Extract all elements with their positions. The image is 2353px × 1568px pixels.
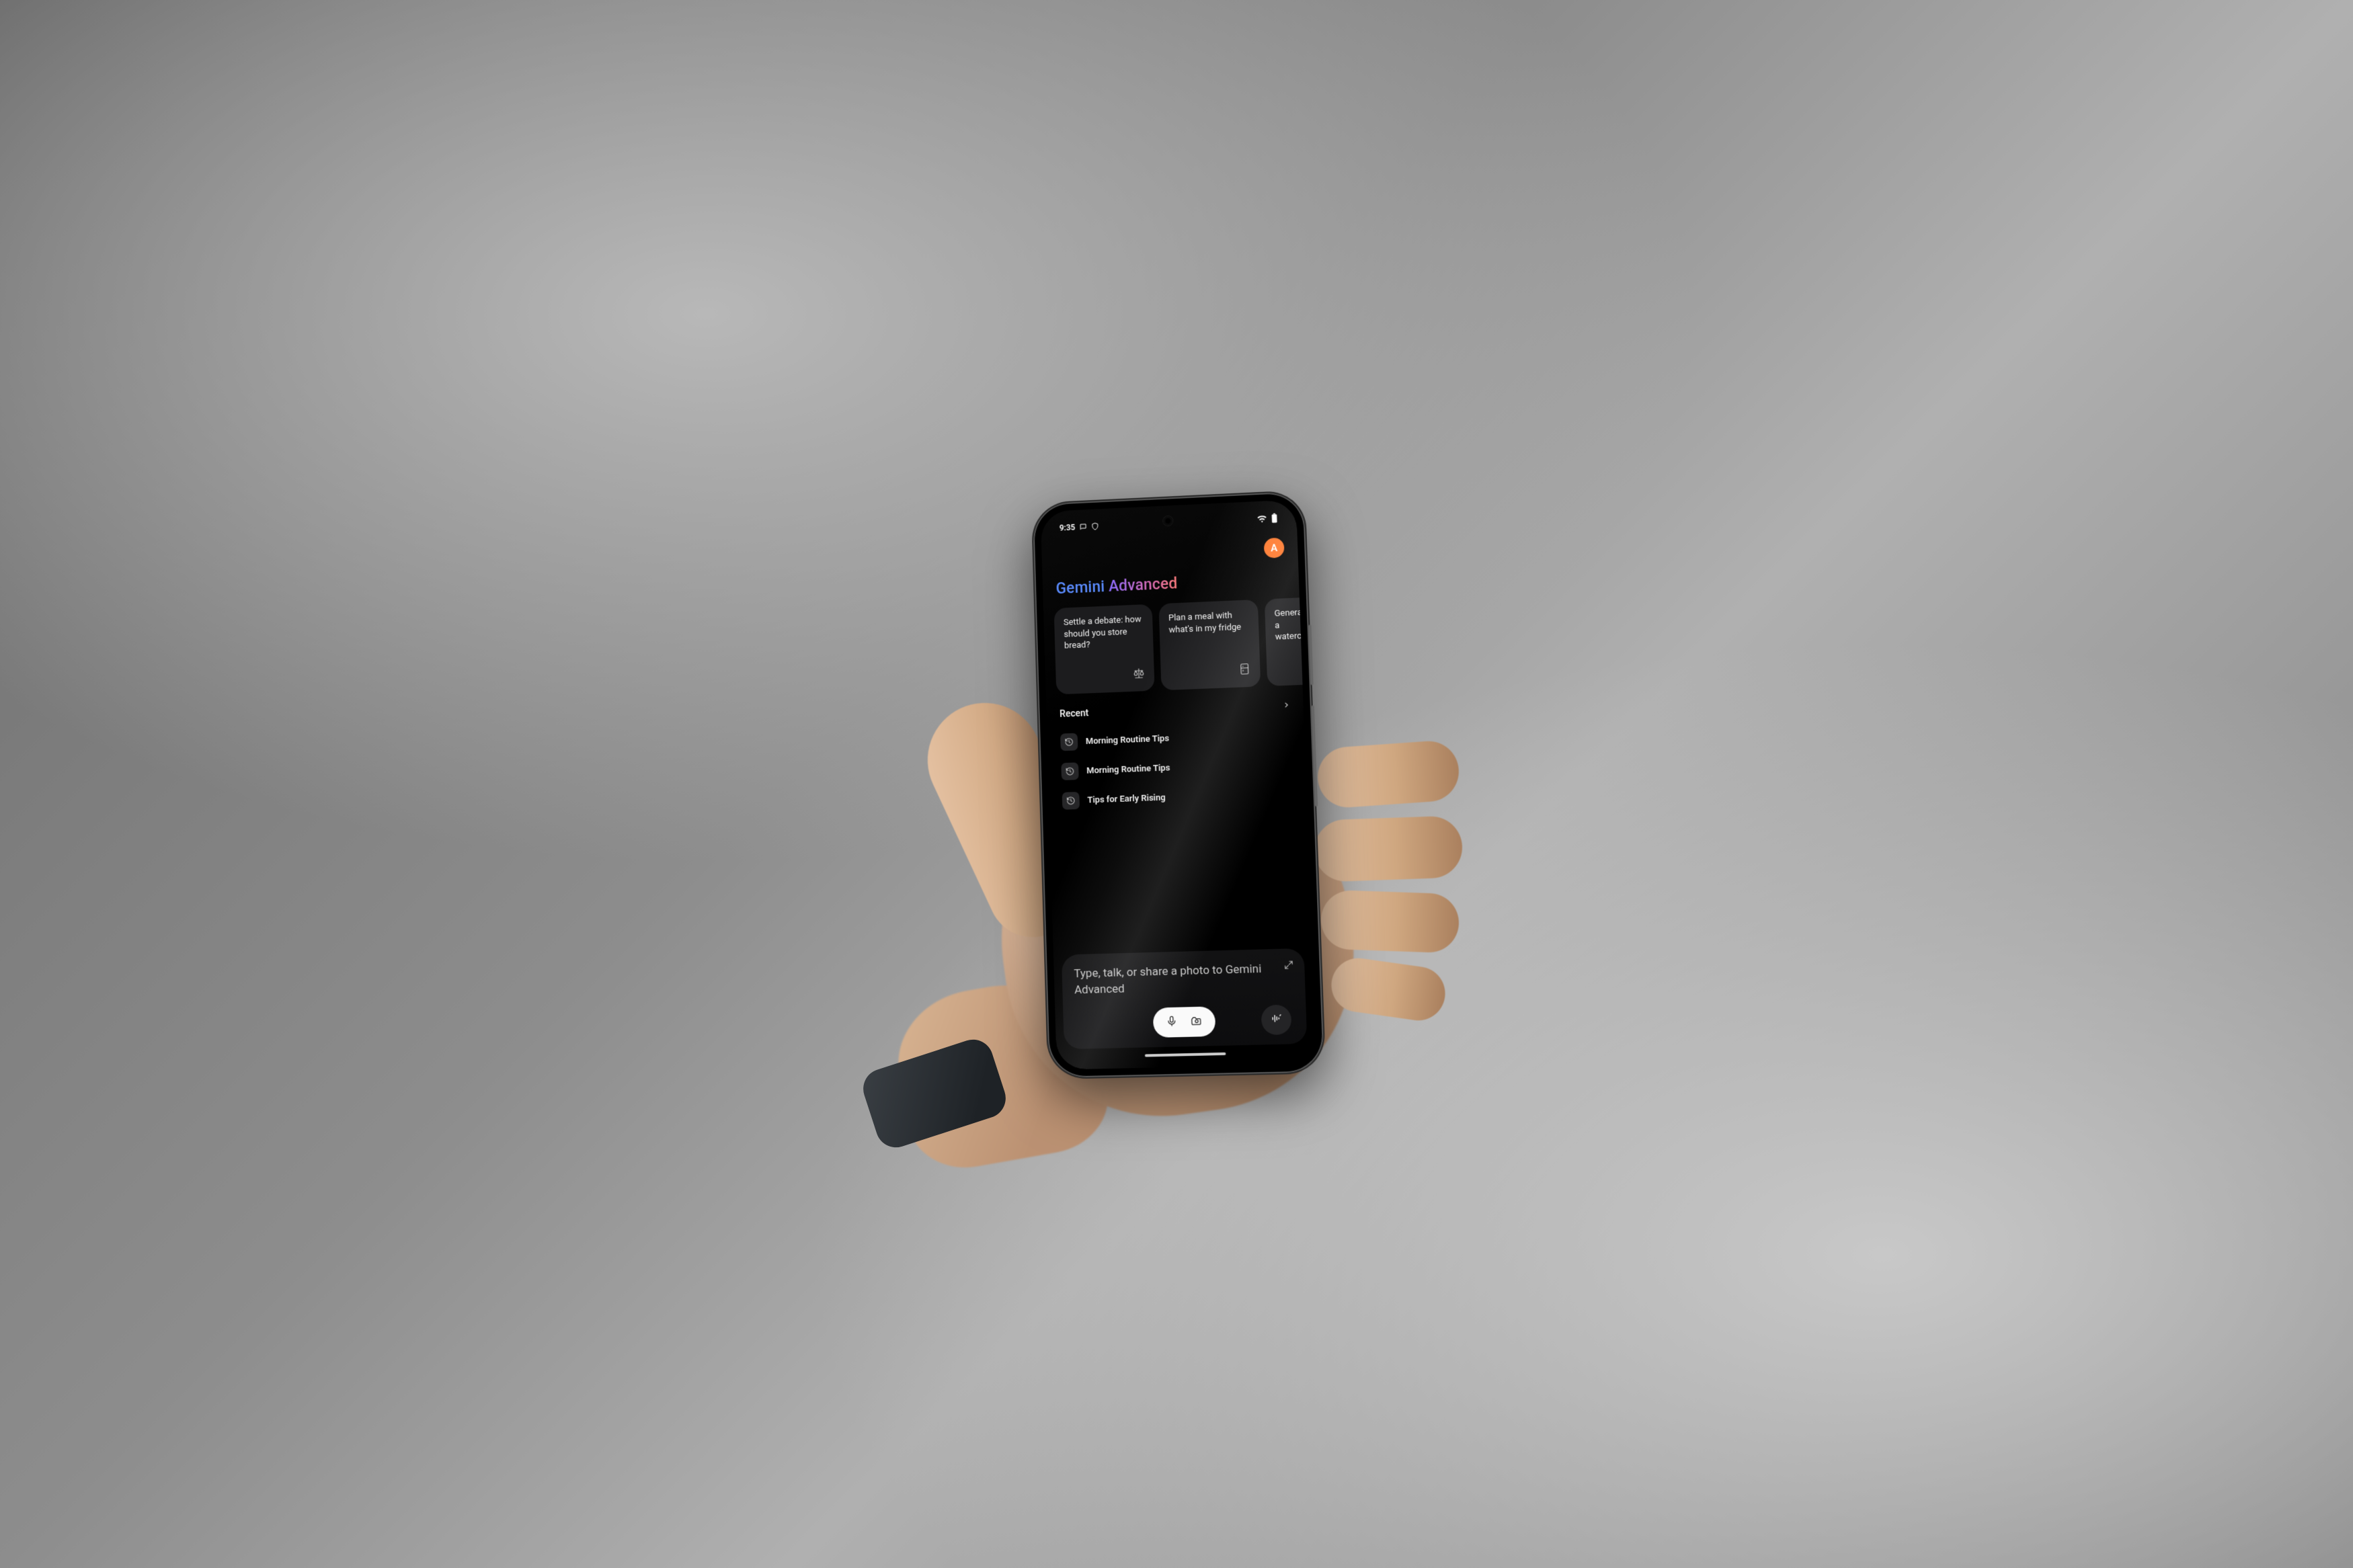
phone-screen: 9:35 <box>1041 499 1316 1069</box>
composer-toolbar <box>1075 1004 1295 1039</box>
battery-icon <box>1271 512 1278 522</box>
expand-icon[interactable] <box>1284 959 1294 973</box>
history-icon <box>1061 762 1078 780</box>
recent-section: Recent Morning Routine Tips <box>1046 684 1307 815</box>
suggestion-text: Plan a meal with what's in my fridge <box>1168 609 1250 636</box>
camera-icon[interactable] <box>1191 1014 1203 1029</box>
recent-heading: Recent <box>1060 708 1089 720</box>
live-mode-button[interactable] <box>1261 1004 1291 1035</box>
chevron-right-icon <box>1283 700 1290 710</box>
suggestion-card[interactable]: Generate a watercolor <box>1265 597 1303 686</box>
title-word-2: Advanced <box>1109 574 1178 595</box>
camera-hole <box>1163 515 1172 525</box>
suggestion-text: Settle a debate: how should you store br… <box>1064 614 1144 652</box>
history-icon <box>1060 733 1078 751</box>
waveform-icon <box>1270 1012 1283 1028</box>
mic-camera-pill <box>1153 1006 1216 1038</box>
gesture-bar <box>1145 1052 1226 1057</box>
recent-header[interactable]: Recent <box>1060 700 1290 719</box>
recent-item-title: Morning Routine Tips <box>1086 762 1170 775</box>
avatar-initial: A <box>1271 542 1278 554</box>
gesture-nav[interactable] <box>1056 1050 1316 1069</box>
fridge-icon <box>1238 663 1251 679</box>
shield-icon <box>1091 522 1099 530</box>
recent-item-title: Tips for Early Rising <box>1087 792 1166 805</box>
suggestion-cards[interactable]: Settle a debate: how should you store br… <box>1043 597 1303 695</box>
composer[interactable]: Type, talk, or share a photo to Gemini A… <box>1062 948 1308 1049</box>
suggestion-text: Generate a watercolor <box>1274 606 1302 643</box>
suggestion-card[interactable]: Settle a debate: how should you store br… <box>1054 604 1155 694</box>
recent-item-title: Morning Routine Tips <box>1086 733 1169 747</box>
microphone-icon[interactable] <box>1166 1015 1178 1030</box>
phone-frame: 9:35 <box>1033 491 1325 1077</box>
balance-icon <box>1133 667 1146 683</box>
suggestion-card[interactable]: Plan a meal with what's in my fridge <box>1158 599 1261 690</box>
wifi-icon <box>1257 514 1267 523</box>
profile-avatar[interactable]: A <box>1264 537 1285 558</box>
status-time: 9:35 <box>1060 522 1076 532</box>
history-icon <box>1062 792 1080 810</box>
composer-placeholder: Type, talk, or share a photo to Gemini A… <box>1074 960 1293 998</box>
recent-list: Morning Routine Tips Morning Routine Tip… <box>1060 718 1293 815</box>
title-word-1: Gemini <box>1055 577 1105 597</box>
chat-icon <box>1079 522 1087 530</box>
